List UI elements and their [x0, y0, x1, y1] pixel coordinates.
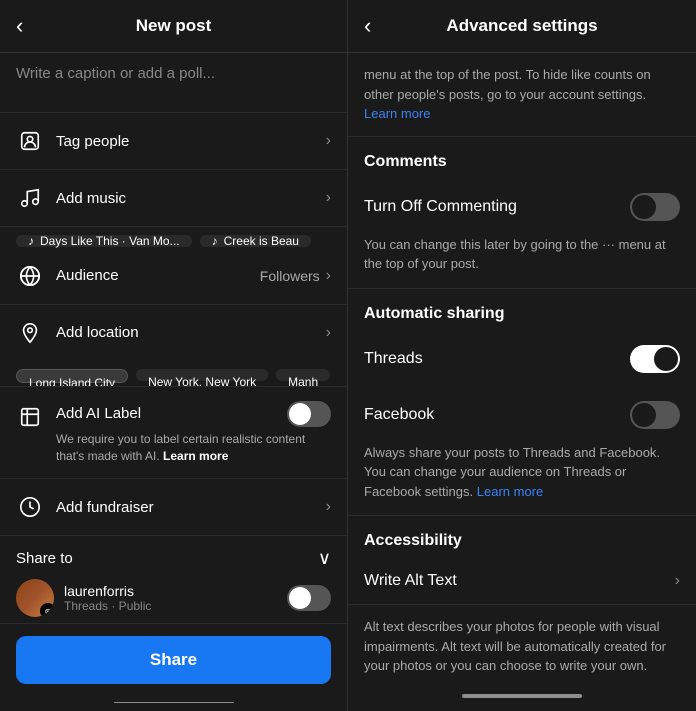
account-text: laurenforris Threads · Public: [64, 583, 151, 613]
music-chip-2[interactable]: ♪ Creek is Beau: [200, 235, 311, 247]
facebook-toggle[interactable]: [630, 401, 680, 429]
auto-sharing-section-header: Automatic sharing: [348, 289, 696, 331]
accessibility-section-header: Accessibility: [348, 516, 696, 558]
avatar: ⊛: [16, 579, 54, 617]
account-name: laurenforris: [64, 583, 151, 599]
fundraiser-icon: [16, 493, 44, 521]
music-note-icon-2: ♪: [212, 234, 218, 248]
auto-sharing-learn-more[interactable]: Learn more: [477, 484, 543, 499]
ai-label-sub: We require you to label certain realisti…: [56, 431, 331, 465]
ai-label-icon: [16, 403, 44, 431]
share-to-section: Share to ∨ ⊛ laurenforris Threads · Publ…: [0, 536, 347, 624]
left-header: ‹ New post: [0, 0, 347, 53]
audience-chevron: ›: [326, 267, 331, 285]
write-alt-label: Write Alt Text: [364, 572, 457, 590]
tag-people-label: Tag people: [56, 133, 326, 150]
add-fundraiser-item[interactable]: Add fundraiser ›: [0, 479, 347, 536]
turn-off-sub: You can change this later by going to th…: [348, 235, 696, 289]
page-title: New post: [136, 16, 212, 36]
location-chip-label-2: New York, New York: [148, 375, 256, 387]
add-location-chevron: ›: [326, 324, 331, 342]
write-alt-chevron: ›: [675, 572, 680, 590]
turn-off-commenting-toggle[interactable]: [630, 193, 680, 221]
location-chip-1[interactable]: Long Island City: [16, 369, 128, 383]
ai-label-toggle[interactable]: [287, 401, 331, 427]
tag-people-chevron: ›: [326, 132, 331, 150]
account-sub: Threads · Public: [64, 599, 151, 613]
location-chip-3[interactable]: Manh: [276, 369, 330, 381]
location-chip-label-3: Manh: [288, 375, 318, 387]
ai-label-title-row: Add AI Label: [56, 401, 331, 427]
share-to-label: Share to: [16, 550, 73, 567]
threads-row: Threads: [348, 331, 696, 387]
intro-learn-more[interactable]: Learn more: [364, 106, 430, 121]
tag-people-icon: [16, 127, 44, 155]
share-button[interactable]: Share: [16, 636, 331, 684]
account-toggle[interactable]: [287, 585, 331, 611]
account-info: ⊛ laurenforris Threads · Public: [16, 579, 151, 617]
caption-placeholder: Write a caption or add a poll...: [16, 65, 215, 82]
location-chip-label-1: Long Island City: [29, 376, 115, 387]
share-to-header: Share to ∨: [16, 548, 331, 569]
ai-label-section: Add AI Label We require you to label cer…: [0, 387, 347, 480]
add-location-item[interactable]: Add location ›: [0, 305, 347, 361]
audience-icon: [16, 262, 44, 290]
music-icon: [16, 184, 44, 212]
add-music-item[interactable]: Add music ›: [0, 170, 347, 227]
ai-label-content: Add AI Label We require you to label cer…: [56, 401, 331, 465]
music-note-icon-1: ♪: [28, 234, 34, 248]
music-chip-label-1: Days Like This · Van Mo...: [40, 234, 180, 248]
add-fundraiser-label: Add fundraiser: [56, 499, 326, 516]
auto-sharing-sub: Always share your posts to Threads and F…: [348, 443, 696, 517]
home-indicator: [114, 702, 234, 703]
write-alt-text-row[interactable]: Write Alt Text ›: [348, 558, 696, 605]
account-row: ⊛ laurenforris Threads · Public: [16, 579, 331, 617]
audience-item[interactable]: Audience Followers ›: [0, 248, 347, 305]
audience-label: Audience: [56, 267, 260, 284]
threads-label: Threads: [364, 350, 423, 368]
threads-toggle[interactable]: [630, 345, 680, 373]
alt-text-description: Alt text describes your photos for peopl…: [348, 605, 696, 688]
right-intro: menu at the top of the post. To hide lik…: [348, 53, 696, 137]
location-chips-container: Long Island City New York, New York Manh: [0, 361, 347, 387]
right-panel: ‹ Advanced settings menu at the top of t…: [348, 0, 696, 711]
comments-section-header: Comments: [348, 137, 696, 179]
tag-people-item[interactable]: Tag people ›: [0, 113, 347, 170]
back-button[interactable]: ‹: [16, 13, 23, 39]
audience-value: Followers: [260, 268, 320, 284]
add-music-chevron: ›: [326, 189, 331, 207]
right-header: ‹ Advanced settings: [348, 0, 696, 53]
share-to-chevron[interactable]: ∨: [318, 548, 331, 569]
turn-off-commenting-label: Turn Off Commenting: [364, 198, 517, 216]
location-icon: [16, 319, 44, 347]
music-chips-container: ♪ Days Like This · Van Mo... ♪ Creek is …: [0, 227, 347, 248]
right-page-title: Advanced settings: [446, 16, 597, 36]
facebook-label: Facebook: [364, 406, 434, 424]
turn-off-commenting-row: Turn Off Commenting: [348, 179, 696, 235]
music-chip-1[interactable]: ♪ Days Like This · Van Mo...: [16, 235, 192, 247]
ai-label-title: Add AI Label: [56, 405, 141, 422]
add-music-label: Add music: [56, 190, 326, 207]
threads-badge: ⊛: [40, 603, 54, 617]
add-location-label: Add location: [56, 324, 326, 341]
fundraiser-chevron: ›: [326, 498, 331, 516]
right-home-indicator: [462, 694, 582, 698]
caption-area[interactable]: Write a caption or add a poll...: [0, 53, 347, 113]
left-panel: ‹ New post Write a caption or add a poll…: [0, 0, 348, 711]
facebook-row: Facebook: [348, 387, 696, 443]
right-back-button[interactable]: ‹: [364, 13, 371, 39]
location-chip-2[interactable]: New York, New York: [136, 369, 268, 381]
ai-learn-more[interactable]: Learn more: [163, 449, 228, 463]
music-chip-label-2: Creek is Beau: [224, 234, 299, 248]
